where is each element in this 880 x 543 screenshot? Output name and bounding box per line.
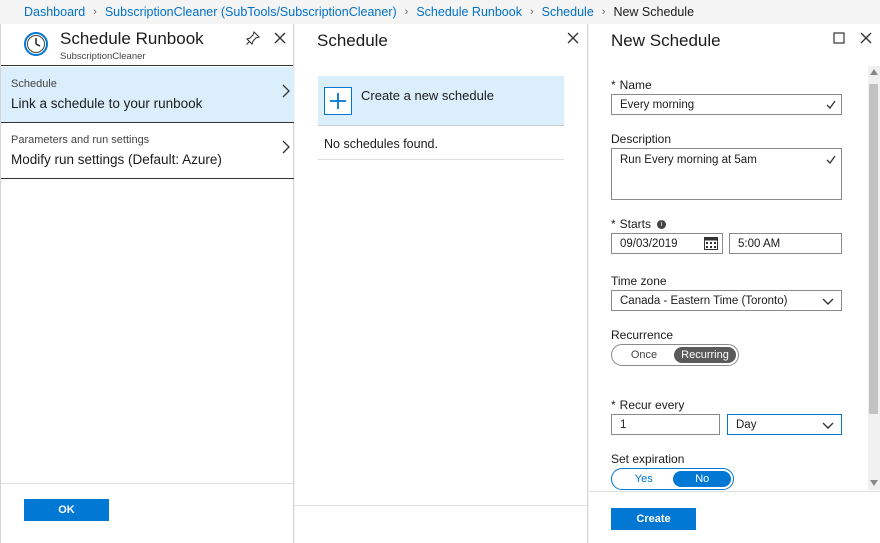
info-icon[interactable]: i — [657, 220, 667, 230]
create-new-schedule-button[interactable]: Create a new schedule — [318, 76, 564, 126]
blade-title: New Schedule — [611, 31, 721, 50]
start-time-value: 5:00 AM — [738, 237, 781, 250]
breadcrumb-schedule-runbook[interactable]: Schedule Runbook — [416, 5, 522, 19]
blade-header: Schedule Runbook SubscriptionCleaner — [1, 24, 293, 66]
close-icon[interactable] — [567, 32, 579, 44]
nav-item-category: Parameters and run settings — [11, 134, 150, 146]
recur-every-input[interactable]: 1 — [611, 414, 720, 435]
name-field[interactable]: Every morning — [611, 94, 842, 115]
calendar-icon[interactable] — [704, 237, 718, 250]
create-button[interactable]: Create — [611, 508, 696, 530]
chevron-right-icon — [282, 84, 290, 98]
breadcrumb-current: New Schedule — [613, 5, 695, 19]
breadcrumb: Dashboard › SubscriptionCleaner (SubTool… — [0, 0, 880, 24]
new-schedule-blade: New Schedule * Name Every morning Descrip… — [589, 24, 880, 543]
breadcrumb-schedule[interactable]: Schedule — [542, 5, 594, 19]
nav-item-description: Link a schedule to your runbook — [11, 96, 203, 111]
expiration-no-option[interactable]: No — [673, 471, 731, 487]
check-icon — [826, 155, 836, 164]
nav-item-schedule[interactable]: Schedule Link a schedule to your runbook — [1, 67, 294, 123]
ok-button[interactable]: OK — [24, 499, 109, 521]
recurrence-label: Recurrence — [611, 328, 674, 342]
chevron-right-icon: › — [529, 6, 534, 18]
plus-icon — [324, 87, 352, 115]
expiration-yes-option[interactable]: Yes — [614, 471, 673, 487]
maximize-icon[interactable] — [833, 32, 845, 44]
chevron-right-icon: › — [93, 6, 97, 18]
check-icon — [826, 100, 836, 109]
scroll-up-icon[interactable] — [870, 69, 878, 75]
blade-footer: OK — [1, 483, 293, 543]
recur-every-value: 1 — [620, 418, 627, 431]
azure-portal: Dashboard › SubscriptionCleaner (SubTool… — [0, 0, 880, 543]
recur-every-label: * Recur every — [611, 398, 685, 412]
recurrence-toggle: Once Recurring — [611, 344, 739, 366]
recurrence-recurring-option[interactable]: Recurring — [674, 347, 736, 363]
description-value: Run Every morning at 5am — [620, 154, 757, 166]
new-schedule-form: * Name Every morning Description Run Ever… — [589, 66, 880, 501]
blade-footer — [295, 505, 587, 543]
create-new-schedule-label: Create a new schedule — [361, 88, 494, 103]
name-value: Every morning — [620, 98, 695, 111]
breadcrumb-dashboard[interactable]: Dashboard — [24, 5, 85, 19]
name-label: * Name — [611, 78, 652, 92]
timezone-dropdown[interactable]: Canada - Eastern Time (Toronto) — [611, 290, 842, 311]
chevron-right-icon — [282, 140, 290, 154]
blade-subtitle: SubscriptionCleaner — [60, 51, 146, 62]
blade-footer: Create — [589, 491, 880, 543]
description-label: Description — [611, 132, 672, 146]
start-time-field[interactable]: 5:00 AM — [729, 233, 842, 254]
nav-item-description: Modify run settings (Default: Azure) — [11, 152, 222, 167]
breadcrumb-runbook[interactable]: SubscriptionCleaner (SubTools/Subscripti… — [105, 5, 397, 19]
timezone-label: Time zone — [611, 274, 667, 288]
recurrence-once-option[interactable]: Once — [614, 347, 674, 363]
close-icon[interactable] — [274, 32, 286, 44]
recur-unit-value: Day — [736, 418, 757, 431]
clock-icon — [24, 32, 48, 56]
blade-title: Schedule — [317, 31, 388, 50]
timezone-value: Canada - Eastern Time (Toronto) — [620, 294, 788, 307]
scroll-down-icon[interactable] — [870, 480, 878, 486]
schedule-blade: Schedule Create a new schedule No schedu… — [295, 24, 588, 543]
starts-label: * Starts i — [611, 217, 667, 231]
start-date-field[interactable]: 09/03/2019 — [611, 233, 723, 254]
recur-unit-dropdown[interactable]: Day — [727, 414, 842, 435]
expiration-toggle: Yes No — [611, 468, 734, 490]
chevron-down-icon — [822, 298, 834, 305]
start-date-value: 09/03/2019 — [620, 237, 678, 250]
chevron-down-icon — [822, 422, 834, 429]
nav-item-category: Schedule — [11, 78, 57, 90]
chevron-right-icon: › — [601, 6, 606, 18]
schedule-runbook-blade: Schedule Runbook SubscriptionCleaner Sch… — [0, 24, 294, 543]
empty-state-text: No schedules found. — [318, 126, 564, 160]
nav-item-parameters[interactable]: Parameters and run settings Modify run s… — [1, 123, 294, 179]
scrollbar-thumb[interactable] — [869, 84, 878, 414]
chevron-right-icon: › — [404, 6, 409, 18]
blade-title: Schedule Runbook — [60, 29, 204, 48]
close-icon[interactable] — [860, 32, 872, 44]
expiration-label: Set expiration — [611, 452, 685, 466]
description-field[interactable]: Run Every morning at 5am — [611, 148, 842, 200]
pin-icon[interactable] — [246, 31, 260, 45]
